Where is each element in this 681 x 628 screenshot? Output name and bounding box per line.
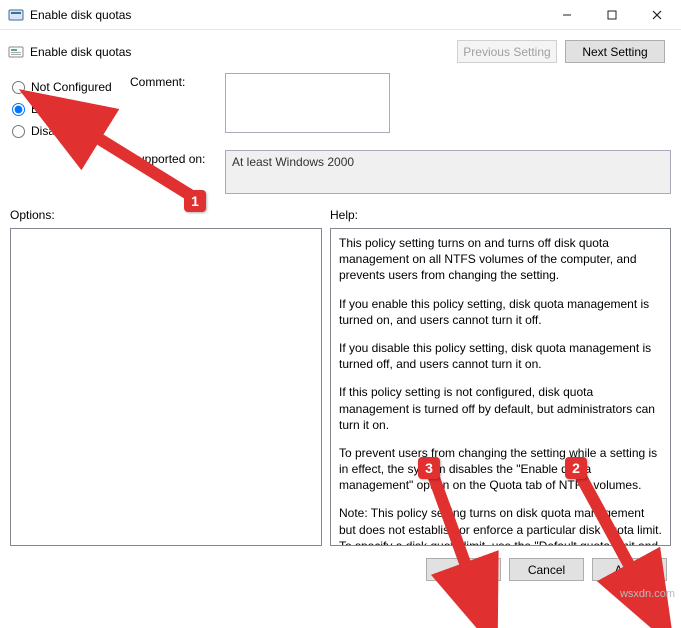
- help-paragraph: If this policy setting is not configured…: [339, 384, 662, 433]
- titlebar: Enable disk quotas: [0, 0, 681, 30]
- window-title: Enable disk quotas: [30, 8, 544, 22]
- next-setting-button[interactable]: Next Setting: [565, 40, 665, 63]
- help-paragraph: If you disable this policy setting, disk…: [339, 340, 662, 372]
- radio-enabled-input[interactable]: [12, 103, 25, 116]
- maximize-button[interactable]: [589, 0, 634, 29]
- radio-enabled-label: Enabled: [31, 102, 75, 116]
- radio-disabled-input[interactable]: [12, 125, 25, 138]
- supported-on-label: Supported on:: [130, 150, 225, 166]
- radio-disabled-label: Disabled: [31, 124, 78, 138]
- ok-button[interactable]: OK: [426, 558, 501, 581]
- apply-button[interactable]: Apply: [592, 558, 667, 581]
- comment-input[interactable]: [225, 73, 390, 133]
- radio-not-configured-label: Not Configured: [31, 80, 112, 94]
- help-paragraph: To prevent users from changing the setti…: [339, 445, 662, 494]
- options-label: Options:: [10, 208, 330, 222]
- comment-label: Comment:: [130, 73, 225, 89]
- window-controls: [544, 0, 679, 29]
- header-bar: Enable disk quotas Previous Setting Next…: [0, 30, 681, 73]
- help-pane[interactable]: This policy setting turns on and turns o…: [330, 228, 671, 546]
- radio-not-configured[interactable]: Not Configured: [10, 76, 130, 98]
- radio-not-configured-input[interactable]: [12, 81, 25, 94]
- policy-title: Enable disk quotas: [30, 45, 457, 59]
- cancel-button[interactable]: Cancel: [509, 558, 584, 581]
- help-paragraph: Note: This policy setting turns on disk …: [339, 505, 662, 546]
- radio-enabled[interactable]: Enabled: [10, 98, 130, 120]
- state-radio-group: Not Configured Enabled Disabled: [10, 73, 130, 198]
- help-paragraph: If you enable this policy setting, disk …: [339, 296, 662, 328]
- options-pane: [10, 228, 322, 546]
- dialog-buttons: OK Cancel Apply: [0, 546, 681, 593]
- help-label: Help:: [330, 208, 671, 222]
- supported-on-value: At least Windows 2000: [225, 150, 671, 194]
- previous-setting-button[interactable]: Previous Setting: [457, 40, 557, 63]
- help-paragraph: This policy setting turns on and turns o…: [339, 235, 662, 284]
- radio-disabled[interactable]: Disabled: [10, 120, 130, 142]
- policy-icon: [8, 44, 24, 60]
- close-button[interactable]: [634, 0, 679, 29]
- minimize-button[interactable]: [544, 0, 589, 29]
- app-icon: [8, 7, 24, 23]
